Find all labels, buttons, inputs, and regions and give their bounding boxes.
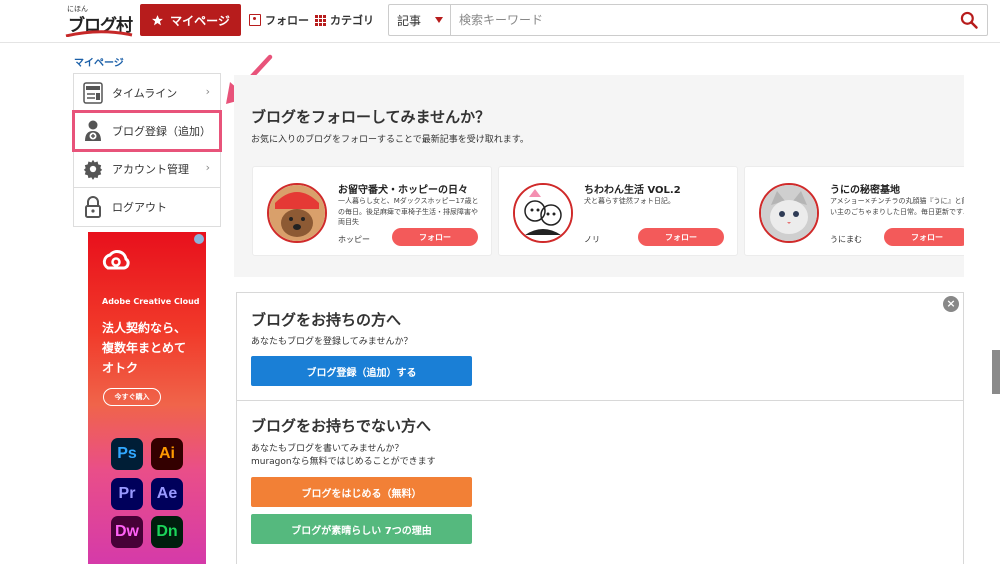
sidebar-item-label: ブログ登録（追加）: [112, 124, 211, 138]
sidebar-item-label: タイムライン: [112, 86, 178, 100]
search-input[interactable]: [451, 5, 951, 35]
suggest-title: ブログをフォローしてみませんか？: [251, 108, 491, 126]
grid-icon: [315, 14, 326, 26]
sidebar-menu: タイムライン › ブログ登録（追加） アカウント管理 › ログアウト: [72, 73, 222, 227]
sidebar-item-label: アカウント管理: [112, 162, 189, 176]
blog-user: ホッピー: [338, 235, 370, 244]
ad-info-icon[interactable]: [194, 234, 204, 244]
ad-buy-button[interactable]: 今すぐ購入: [103, 388, 161, 406]
blog-user: ノリ: [584, 235, 600, 244]
register-blog-button[interactable]: ブログ登録（追加）する: [251, 356, 472, 386]
suggest-subtitle: お気に入りのブログをフォローすることで最新記事を受け取れます。: [251, 135, 529, 145]
site-header: にほん ブログ村 マイページ フォロー カテゴリ 記事: [0, 0, 1000, 43]
follow-button[interactable]: フォロー: [392, 228, 478, 246]
ad-copy-line: 複数年まとめて: [102, 341, 187, 355]
blog-reasons-button[interactable]: ブログが素晴らしい 7つの理由: [251, 514, 472, 544]
close-icon[interactable]: ×: [943, 296, 959, 312]
blog-card[interactable]: お留守番犬・ホッピーの日々 一人暮らし女と、Mダックスホッピー17歳との毎日。後…: [252, 166, 492, 256]
blog-description: アメショー×チンチラの丸顔猫『うに』と飼い主のごちゃまりした日常。毎日更新です♪: [830, 197, 964, 216]
follow-suggestions: ブログをフォローしてみませんか？ お気に入りのブログをフォローすることで最新記事…: [234, 75, 964, 277]
sidebar-item-logout[interactable]: ログアウト: [74, 188, 220, 226]
dreamweaver-icon: Dw: [111, 516, 143, 548]
sidebar-item-account[interactable]: アカウント管理 ›: [74, 150, 220, 188]
nav-category-label: カテゴリ: [330, 14, 374, 27]
blog-card[interactable]: うにの秘密基地 アメショー×チンチラの丸顔猫『うに』と飼い主のごちゃまりした日常…: [744, 166, 964, 256]
photoshop-icon: Ps: [111, 438, 143, 470]
divider: [237, 400, 963, 401]
ad-copy: 法人契約なら、 複数年まとめて オトク: [102, 318, 202, 378]
dimension-icon: Dn: [151, 516, 183, 548]
blog-user: うにまむ: [830, 235, 862, 244]
blog-owner-panel: × ブログをお持ちの方へ あなたもブログを登録してみませんか？ ブログ登録（追加…: [236, 292, 964, 564]
blog-name[interactable]: お留守番犬・ホッピーの日々: [338, 181, 486, 196]
site-logo[interactable]: にほん ブログ村: [64, 4, 136, 37]
after-effects-icon: Ae: [151, 478, 183, 510]
user-add-icon: [85, 120, 101, 141]
illustrator-icon: Ai: [151, 438, 183, 470]
mypage-button[interactable]: マイページ: [140, 4, 241, 36]
search-scope-select[interactable]: 記事: [389, 5, 451, 35]
creative-cloud-icon: [102, 250, 130, 270]
follow-button[interactable]: フォロー: [884, 228, 964, 246]
ad-brand: Adobe Creative Cloud: [102, 297, 200, 306]
blog-name[interactable]: うにの秘密基地: [830, 181, 964, 196]
avatar: [267, 183, 327, 243]
dropdown-triangle-icon: [435, 17, 443, 23]
search-scope-value: 記事: [397, 13, 422, 28]
premiere-icon: Pr: [111, 478, 143, 510]
sidebar-item-timeline[interactable]: タイムライン ›: [74, 74, 220, 112]
follow-icon: [249, 14, 261, 26]
nav-follow[interactable]: フォロー: [249, 12, 309, 28]
gear-icon: [83, 159, 103, 180]
chevron-right-icon: ›: [205, 85, 210, 98]
sidebar-title: マイページ: [74, 58, 124, 69]
reader-icon: [83, 82, 103, 104]
star-icon: [152, 14, 164, 25]
avatar: [513, 183, 573, 243]
no-blog-text: muragonなら無料ではじめることができます: [251, 457, 436, 467]
blog-description: 犬と暮らす徒然フォト日記。: [584, 197, 675, 205]
ad-copy-line: 法人契約なら、: [102, 321, 187, 335]
start-blog-button[interactable]: ブログをはじめる（無料）: [251, 477, 472, 507]
search-bar: 記事: [388, 4, 988, 36]
no-blog-title: ブログをお持ちでない方へ: [251, 417, 432, 435]
scrollbar-thumb[interactable]: [992, 350, 1000, 394]
no-blog-text: あなたもブログを書いてみませんか？: [251, 444, 404, 454]
has-blog-title: ブログをお持ちの方へ: [251, 311, 402, 329]
has-blog-text: あなたもブログを登録してみませんか？: [251, 337, 413, 347]
search-icon[interactable]: [959, 10, 979, 30]
sidebar-item-label: ログアウト: [112, 201, 167, 214]
blog-description: 一人暮らし女と、Mダックスホッピー17歳との毎日。後足麻痺で車椅子生活・排尿障害…: [338, 197, 479, 226]
nav-category[interactable]: カテゴリ: [315, 12, 374, 28]
follow-button[interactable]: フォロー: [638, 228, 724, 246]
adobe-ad-banner[interactable]: Adobe Creative Cloud 法人契約なら、 複数年まとめて オトク…: [88, 232, 206, 564]
blog-name[interactable]: ちわわん生活 VOL.2: [584, 181, 732, 196]
ad-copy-line: オトク: [102, 361, 139, 375]
logo-swoosh-icon: [65, 30, 133, 37]
sidebar-item-blog-register[interactable]: ブログ登録（追加）: [72, 110, 222, 152]
lock-icon: [85, 196, 101, 218]
chevron-right-icon: ›: [205, 161, 210, 174]
nav-follow-label: フォロー: [265, 14, 309, 27]
mypage-button-label: マイページ: [170, 13, 230, 28]
avatar: [759, 183, 819, 243]
blog-card[interactable]: ちわわん生活 VOL.2 犬と暮らす徒然フォト日記。 ノリ フォロー: [498, 166, 738, 256]
